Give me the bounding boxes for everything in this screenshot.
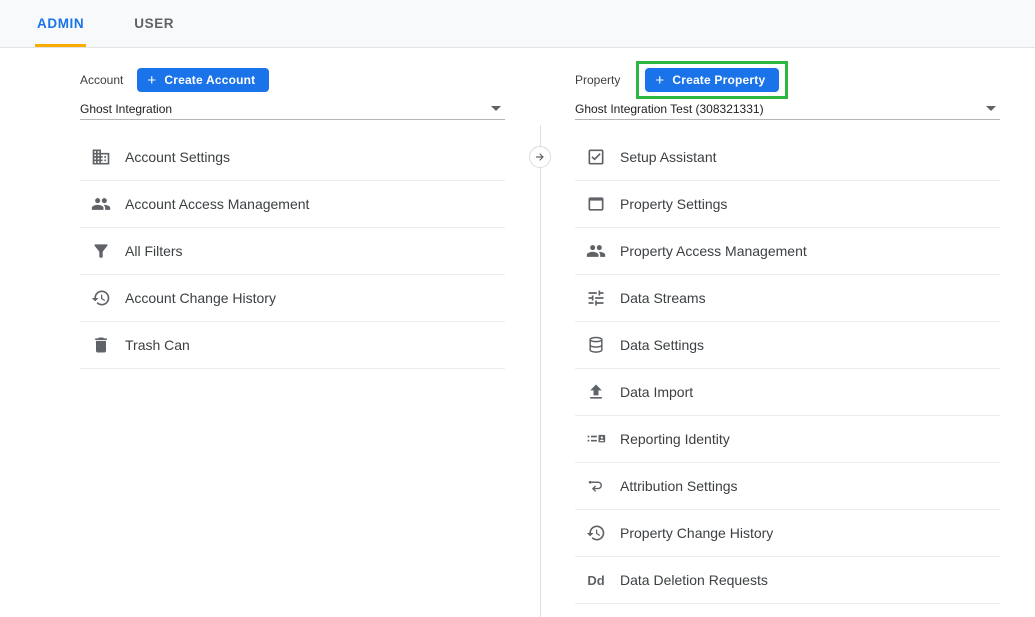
menu-item-label: Account Access Management bbox=[125, 196, 309, 212]
highlight-box: + Create Property bbox=[636, 61, 788, 99]
menu-item-label: Data Settings bbox=[620, 337, 704, 353]
trash-icon bbox=[90, 334, 112, 356]
menu-item-data-settings[interactable]: Data Settings bbox=[575, 322, 1000, 369]
data-streams-icon bbox=[585, 287, 607, 309]
menu-item-label: Property Access Management bbox=[620, 243, 807, 259]
menu-item-label: Reporting Identity bbox=[620, 431, 730, 447]
account-header: Account + Create Account bbox=[80, 68, 505, 92]
menu-item-label: Property Settings bbox=[620, 196, 727, 212]
attribution-icon bbox=[585, 475, 607, 497]
menu-item-account-access-management[interactable]: Account Access Management bbox=[80, 181, 505, 228]
reporting-identity-icon bbox=[585, 428, 607, 450]
create-account-button-label: Create Account bbox=[164, 73, 255, 87]
menu-item-all-filters[interactable]: All Filters bbox=[80, 228, 505, 275]
plus-icon: + bbox=[147, 73, 156, 88]
tab-bar: ADMIN USER bbox=[0, 0, 1035, 48]
menu-item-label: Trash Can bbox=[125, 337, 190, 353]
history-icon bbox=[90, 287, 112, 309]
dropdown-caret-icon bbox=[986, 106, 996, 111]
menu-item-attribution-settings[interactable]: Attribution Settings bbox=[575, 463, 1000, 510]
menu-item-trash-can[interactable]: Trash Can bbox=[80, 322, 505, 369]
database-icon bbox=[585, 334, 607, 356]
menu-item-label: Setup Assistant bbox=[620, 149, 717, 165]
setup-assistant-icon bbox=[585, 146, 607, 168]
history-icon bbox=[585, 522, 607, 544]
account-selector-value: Ghost Integration bbox=[80, 102, 172, 116]
property-menu: Setup Assistant Property Settings Proper… bbox=[575, 134, 1000, 604]
create-property-button[interactable]: + Create Property bbox=[645, 68, 779, 92]
dd-text-icon: Dd bbox=[585, 569, 607, 591]
tab-user-label: USER bbox=[134, 16, 174, 31]
account-column-label: Account bbox=[80, 73, 123, 87]
tab-user[interactable]: USER bbox=[132, 0, 176, 47]
create-property-button-label: Create Property bbox=[672, 73, 765, 87]
tab-admin-label: ADMIN bbox=[37, 16, 84, 31]
menu-item-label: Attribution Settings bbox=[620, 478, 738, 494]
account-column: Account + Create Account Ghost Integrati… bbox=[80, 48, 505, 369]
menu-item-property-access-management[interactable]: Property Access Management bbox=[575, 228, 1000, 275]
account-menu: Account Settings Account Access Manageme… bbox=[80, 134, 505, 369]
menu-item-property-settings[interactable]: Property Settings bbox=[575, 181, 1000, 228]
menu-item-account-settings[interactable]: Account Settings bbox=[80, 134, 505, 181]
menu-item-label: Data Import bbox=[620, 384, 693, 400]
menu-item-data-streams[interactable]: Data Streams bbox=[575, 275, 1000, 322]
plus-icon: + bbox=[655, 73, 664, 88]
menu-item-label: Account Settings bbox=[125, 149, 230, 165]
property-settings-icon bbox=[585, 193, 607, 215]
menu-item-property-change-history[interactable]: Property Change History bbox=[575, 510, 1000, 557]
upload-icon bbox=[585, 381, 607, 403]
people-icon bbox=[90, 193, 112, 215]
menu-item-label: Data Streams bbox=[620, 290, 706, 306]
tab-admin[interactable]: ADMIN bbox=[35, 0, 86, 47]
people-icon bbox=[585, 240, 607, 262]
collapse-column-button[interactable] bbox=[529, 146, 551, 168]
menu-item-label: Data Deletion Requests bbox=[620, 572, 768, 588]
menu-item-data-import[interactable]: Data Import bbox=[575, 369, 1000, 416]
column-divider bbox=[540, 125, 541, 617]
arrow-right-icon bbox=[534, 151, 546, 163]
property-header: Property + Create Property bbox=[575, 68, 1000, 92]
property-selector[interactable]: Ghost Integration Test (308321331) bbox=[575, 98, 1000, 120]
menu-item-label: Account Change History bbox=[125, 290, 276, 306]
menu-item-label: Property Change History bbox=[620, 525, 773, 541]
menu-item-label: All Filters bbox=[125, 243, 183, 259]
filter-icon bbox=[90, 240, 112, 262]
menu-item-account-change-history[interactable]: Account Change History bbox=[80, 275, 505, 322]
property-selector-value: Ghost Integration Test (308321331) bbox=[575, 102, 764, 116]
account-selector[interactable]: Ghost Integration bbox=[80, 98, 505, 120]
menu-item-reporting-identity[interactable]: Reporting Identity bbox=[575, 416, 1000, 463]
menu-item-data-deletion-requests[interactable]: Dd Data Deletion Requests bbox=[575, 557, 1000, 604]
property-column-label: Property bbox=[575, 73, 620, 87]
create-account-button[interactable]: + Create Account bbox=[137, 68, 269, 92]
business-icon bbox=[90, 146, 112, 168]
property-column: Property + Create Property Ghost Integra… bbox=[575, 48, 1000, 604]
menu-item-setup-assistant[interactable]: Setup Assistant bbox=[575, 134, 1000, 181]
dropdown-caret-icon bbox=[491, 106, 501, 111]
